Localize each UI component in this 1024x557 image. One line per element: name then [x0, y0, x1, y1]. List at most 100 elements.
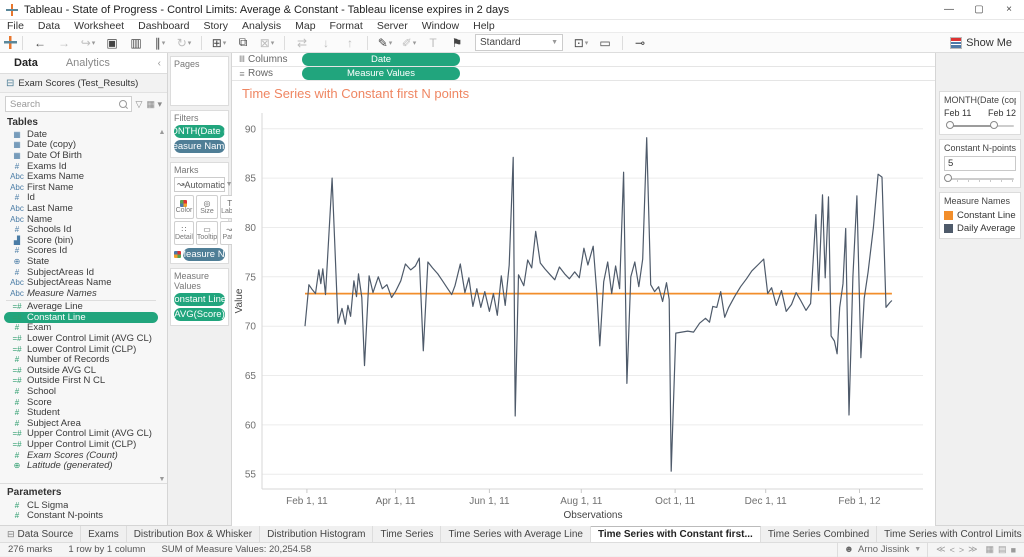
- sheet-tab[interactable]: Time Series Combined: [761, 526, 877, 542]
- field-row[interactable]: # Exam Scores (Count): [4, 450, 158, 461]
- collapse-pane-icon[interactable]: ‹: [158, 58, 167, 69]
- filter-pill[interactable]: MONTH(Date (c..: [174, 125, 225, 138]
- field-row[interactable]: ▦ Date: [4, 129, 158, 140]
- field-row[interactable]: Abc Exams Name: [4, 171, 158, 182]
- fit-mode-select[interactable]: Standard▼: [475, 34, 563, 51]
- menu-item[interactable]: Dashboard: [131, 20, 196, 33]
- menu-item[interactable]: Format: [323, 20, 370, 33]
- field-row[interactable]: # Scores Id: [4, 246, 158, 257]
- toolbar-button[interactable]: ⧉: [231, 35, 255, 50]
- toolbar-button[interactable]: ↑: [338, 36, 362, 50]
- legend-item[interactable]: Constant Line: [944, 209, 1016, 222]
- mark-button[interactable]: ∷ Detail: [174, 221, 194, 245]
- toolbar-button[interactable]: ⊡▾: [569, 36, 593, 50]
- maximize-button[interactable]: ▢: [964, 0, 994, 19]
- field-row[interactable]: # Schools Id: [4, 224, 158, 235]
- menu-item[interactable]: Worksheet: [67, 20, 131, 33]
- menu-item[interactable]: Help: [466, 20, 502, 33]
- field-row[interactable]: # Id: [4, 193, 158, 204]
- marks-card[interactable]: Marks ↝ Automatic ▼ Color ◎ Size T Label: [170, 162, 229, 264]
- menu-item[interactable]: File: [0, 20, 31, 33]
- field-row[interactable]: # Exams Id: [4, 161, 158, 172]
- toolbar-button[interactable]: ←: [28, 36, 52, 50]
- field-row[interactable]: # Exam: [4, 323, 158, 334]
- toolbar-button[interactable]: ✐▾: [397, 36, 421, 50]
- sheet-tab[interactable]: ⊟ Data Source: [0, 526, 81, 542]
- sheet-tab[interactable]: Distribution Histogram: [260, 526, 373, 542]
- filter-pill[interactable]: Measure Names: [174, 140, 225, 153]
- field-row[interactable]: ⊕ State: [4, 256, 158, 267]
- menu-item[interactable]: Window: [415, 20, 466, 33]
- sheet-tab[interactable]: Time Series with Constant first...: [591, 526, 761, 542]
- columns-pill[interactable]: Date: [302, 53, 460, 66]
- toolbar-button[interactable]: ▥: [124, 36, 148, 50]
- field-row[interactable]: =# Upper Control Limit (CLP): [4, 439, 158, 450]
- field-row[interactable]: Abc Last Name: [4, 203, 158, 214]
- mark-button[interactable]: ◎ Size: [196, 195, 218, 219]
- field-row[interactable]: # Subject Area: [4, 418, 158, 429]
- first-story-point-icon[interactable]: ≪: [936, 544, 945, 555]
- date-range-slider[interactable]: [944, 121, 1016, 131]
- field-row[interactable]: Abc Name: [4, 214, 158, 225]
- parameter-slider[interactable]: [944, 174, 1016, 184]
- marks-pill[interactable]: Measure N..: [183, 248, 225, 261]
- user-menu[interactable]: ☻ Arno Jissink ▼: [837, 543, 928, 557]
- menu-item[interactable]: Map: [288, 20, 322, 33]
- menu-item[interactable]: Analysis: [235, 20, 288, 33]
- toolbar-button[interactable]: ↪▾: [76, 36, 100, 50]
- show-sheet-icon[interactable]: ■: [1011, 545, 1016, 555]
- field-row[interactable]: =# Upper Control Limit (AVG CL): [4, 429, 158, 440]
- parameter-handle[interactable]: [944, 174, 952, 182]
- mark-type-select[interactable]: ↝ Automatic ▼: [174, 177, 225, 192]
- toolbar-button[interactable]: ⊸: [628, 36, 652, 50]
- measure-values-card[interactable]: Measure Values Constant LineΔAVG(Score): [170, 268, 229, 326]
- field-row[interactable]: =# Constant Line: [4, 312, 158, 323]
- field-row[interactable]: Abc First Name: [4, 182, 158, 193]
- toolbar-button[interactable]: ↓: [314, 36, 338, 50]
- toolbar-button[interactable]: ▭: [593, 36, 617, 50]
- show-tabs-icon[interactable]: ▦: [986, 544, 995, 555]
- range-handle-left[interactable]: [946, 121, 954, 129]
- field-row[interactable]: Abc Measure Names: [4, 288, 158, 299]
- menu-item[interactable]: Story: [196, 20, 235, 33]
- parameter-value-input[interactable]: 5: [944, 156, 1016, 171]
- field-row[interactable]: # Number of Records: [4, 354, 158, 365]
- toolbar-button[interactable]: →: [52, 36, 76, 50]
- rows-shelf[interactable]: ≡ Rows Measure Values: [232, 67, 935, 81]
- sheet-tab[interactable]: Time Series with Average Line: [441, 526, 591, 542]
- sheet-tab[interactable]: Time Series with Control Limits ...: [877, 526, 1024, 542]
- pages-card[interactable]: Pages: [170, 56, 229, 106]
- toolbar-button[interactable]: ↻▾: [172, 36, 196, 50]
- toolbar-button[interactable]: T: [421, 36, 445, 50]
- field-row[interactable]: =# Outside First N CL: [4, 376, 158, 387]
- measure-pill[interactable]: AVG(Score): [174, 308, 225, 321]
- toolbar-button[interactable]: ✎▾: [373, 36, 397, 50]
- toolbar-button[interactable]: ⊞▾: [207, 36, 231, 50]
- view-options-icon[interactable]: ▦ ▾: [146, 99, 162, 110]
- toolbar-button[interactable]: ▣: [100, 36, 124, 50]
- field-row[interactable]: =# Lower Control Limit (CLP): [4, 344, 158, 355]
- field-row[interactable]: ▟ Score (bin): [4, 235, 158, 246]
- next-story-point-icon[interactable]: >: [959, 545, 964, 555]
- field-row[interactable]: Abc SubjectAreas Name: [4, 277, 158, 288]
- field-row[interactable]: =# Lower Control Limit (AVG CL): [4, 333, 158, 344]
- scrollbar[interactable]: ▲▼: [158, 129, 166, 483]
- field-row[interactable]: # Student: [4, 407, 158, 418]
- filter-funnel-icon[interactable]: ▽: [136, 99, 143, 110]
- toolbar-button[interactable]: ⇄: [290, 36, 314, 50]
- parameter-row[interactable]: # CL Sigma: [4, 500, 163, 511]
- filters-card[interactable]: Filters MONTH(Date (c..Measure Names: [170, 110, 229, 158]
- menu-item[interactable]: Data: [31, 20, 67, 33]
- range-handle-right[interactable]: [990, 121, 998, 129]
- search-input[interactable]: Search: [5, 96, 132, 112]
- field-row[interactable]: ▦ Date (copy): [4, 140, 158, 151]
- parameter-row[interactable]: # Constant N-points: [4, 510, 163, 521]
- sheet-tab[interactable]: Time Series: [373, 526, 441, 542]
- measure-pill[interactable]: Constant LineΔ: [174, 293, 225, 306]
- mark-button[interactable]: Color: [174, 195, 194, 219]
- toolbar-button[interactable]: ⊠▾: [255, 36, 279, 50]
- rows-pill[interactable]: Measure Values: [302, 67, 460, 80]
- close-button[interactable]: ×: [994, 0, 1024, 19]
- pane-tab[interactable]: Analytics: [52, 53, 124, 73]
- field-row[interactable]: =# Average Line: [4, 302, 158, 313]
